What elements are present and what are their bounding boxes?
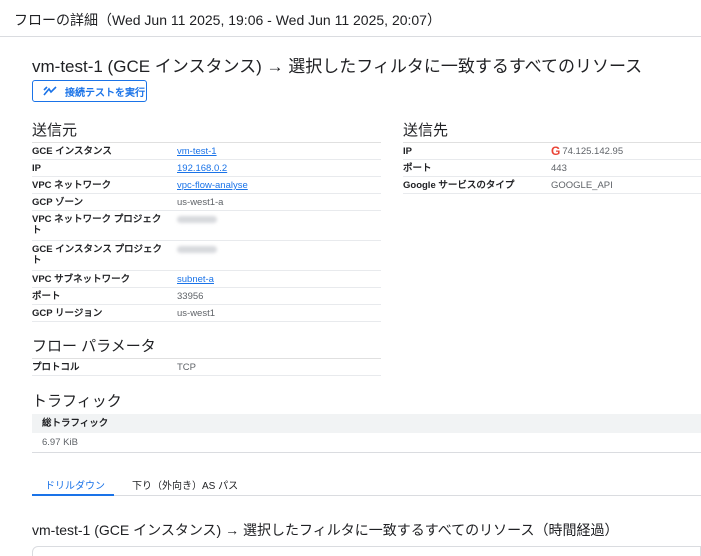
source-value-text: subnet-a	[177, 274, 214, 285]
destination-value: 443	[551, 163, 567, 174]
tab-drilldown[interactable]: ドリルダウン	[45, 477, 105, 492]
run-connectivity-test-button[interactable]: 接続テストを実行	[32, 80, 147, 102]
redacted-blur	[177, 216, 217, 223]
destination-value: G 74.125.142.95	[551, 144, 624, 158]
flow-param-value: TCP	[177, 362, 196, 373]
destination-value-text: GOOGLE_API	[551, 180, 613, 191]
source-link-value[interactable]: vm-test-1	[177, 146, 217, 157]
tab-bar: ドリルダウン 下り（外向き）AS パス	[32, 470, 701, 496]
source-value-text: us-west1	[177, 308, 216, 319]
flow-details-title: フローの詳細（Wed Jun 11 2025, 19:06 - Wed Jun …	[14, 12, 441, 28]
active-tab-indicator	[32, 494, 114, 496]
flow-param-key: プロトコル	[32, 362, 80, 373]
connectivity-test-icon	[43, 86, 57, 96]
destination-value: GOOGLE_API	[551, 180, 613, 191]
source-key: GCP リージョン	[32, 308, 103, 319]
source-link-value[interactable]: subnet-a	[177, 274, 214, 285]
source-key: GCP ゾーン	[32, 197, 84, 208]
source-row: GCP リージョン us-west1	[32, 305, 381, 322]
source-row: VPC ネットワーク vpc-flow-analyse	[32, 177, 381, 194]
redacted-blur	[177, 246, 217, 253]
source-value-text: 33956	[177, 291, 204, 302]
flow-details-header: フローの詳細（Wed Jun 11 2025, 19:06 - Wed Jun …	[0, 0, 701, 37]
source-row: GCP ゾーン us-west1-a	[32, 194, 381, 211]
run-connectivity-test-label: 接続テストを実行	[65, 87, 145, 99]
source-link-value[interactable]: vpc-flow-analyse	[177, 180, 248, 191]
source-row: IP 192.168.0.2	[32, 160, 381, 177]
source-link-value[interactable]: 192.168.0.2	[177, 163, 227, 174]
source-section-title: 送信元	[32, 122, 78, 139]
flow-params-table: プロトコル TCP	[32, 358, 381, 376]
source-row: ポート 33956	[32, 288, 381, 305]
source-key: VPC ネットワーク	[32, 180, 112, 191]
source-row: GCE インスタンス vm-test-1	[32, 143, 381, 160]
source-value: us-west1-a	[177, 197, 223, 208]
source-value-text: us-west1-a	[177, 197, 224, 208]
source-table: GCE インスタンス vm-test-1 IP 192.168.0.2 VPC ネットワ…	[32, 142, 381, 322]
source-key: ポート	[32, 291, 61, 302]
source-row: GCE インスタンス プロジェクト	[32, 241, 381, 271]
traffic-section-title: トラフィック	[32, 393, 122, 410]
destination-key: IP	[403, 146, 412, 157]
time-series-card	[32, 546, 701, 556]
source-value: us-west1	[177, 308, 215, 319]
destination-section-title: 送信先	[403, 122, 449, 139]
destination-row: ポート 443	[403, 160, 701, 177]
flow-params-section-title: フロー パラメータ	[32, 338, 156, 355]
source-value-text: vpc-flow-analyse	[177, 180, 248, 191]
destination-key: ポート	[403, 163, 432, 174]
source-row: VPC ネットワーク プロジェクト	[32, 211, 381, 241]
destination-row: IP G 74.125.142.95	[403, 143, 701, 160]
source-value-text: vm-test-1	[177, 146, 217, 157]
page-title: vm-test-1 (GCE インスタンス) → 選択したフィルタに一致するすべ…	[32, 57, 643, 76]
destination-key: Google サービスのタイプ	[403, 180, 515, 191]
source-key: GCE インスタンス プロジェクト	[32, 244, 162, 266]
total-traffic-header: 総トラフィック	[32, 414, 701, 433]
total-traffic-value: 6.97 KiB	[32, 433, 701, 453]
destination-value-text: 74.125.142.95	[562, 146, 624, 157]
destination-row: Google サービスのタイプ GOOGLE_API	[403, 177, 701, 194]
source-value-text: 192.168.0.2	[177, 163, 228, 174]
destination-table: IP G 74.125.142.95 ポート 443 Google サービスのタイプ GOO…	[403, 142, 701, 194]
source-row: VPC サブネットワーク subnet-a	[32, 271, 381, 288]
source-key: GCE インスタンス	[32, 146, 112, 157]
destination-value-text: 443	[551, 163, 567, 174]
google-g-icon: G	[551, 144, 561, 158]
source-redacted-value	[177, 244, 217, 256]
source-key: VPC ネットワーク プロジェクト	[32, 214, 162, 236]
source-key: IP	[32, 163, 41, 174]
time-series-title: vm-test-1 (GCE インスタンス) → 選択したフィルタに一致するすべ…	[32, 522, 619, 538]
source-key: VPC サブネットワーク	[32, 274, 131, 285]
source-redacted-value	[177, 214, 217, 226]
flow-param-value-text: TCP	[177, 362, 196, 373]
source-value: 33956	[177, 291, 203, 302]
tab-egress-as-path[interactable]: 下り（外向き）AS パス	[132, 477, 238, 492]
flow-param-row: プロトコル TCP	[32, 359, 381, 376]
